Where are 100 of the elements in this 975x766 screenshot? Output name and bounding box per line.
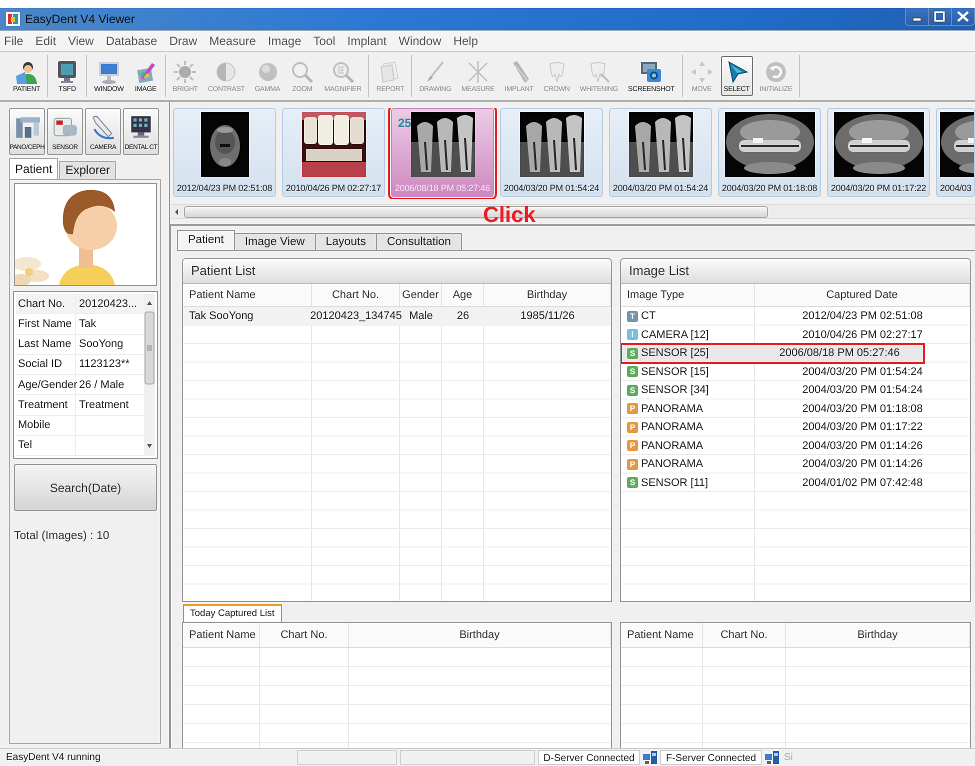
table-cell: Mobile	[16, 416, 76, 435]
table-cell-text: 20120423...	[78, 296, 138, 312]
sun-icon	[173, 60, 198, 84]
status-text: Si	[783, 751, 794, 765]
column-header: Patient Name	[183, 623, 260, 647]
panel-title: Patient List	[183, 259, 611, 284]
type-badge: P	[627, 458, 638, 470]
menu-item[interactable]: Image	[268, 34, 302, 48]
capture-date: 2006/08/18 PM 05:27:46	[394, 182, 490, 195]
table-cell: SENSOR [15]	[641, 366, 709, 378]
network-icon	[765, 751, 779, 764]
table-row[interactable]: S SENSOR [25] 2006/08/18 PM 05:27:46	[621, 344, 924, 362]
table-row[interactable]: P PANORAMA 2004/03/20 PM 01:17:22	[621, 418, 970, 436]
type-badge: P	[627, 422, 638, 433]
table-cell-text: 20120423_134745	[312, 309, 400, 324]
table-row[interactable]: Tak SooYong 20120423_134745 Male 26 1985/11/26	[183, 307, 611, 326]
table-row[interactable]: S SENSOR [11] 2004/01/02 PM 07:42:48	[621, 474, 970, 492]
table-cell-text: 2012/04/23 PM 02:51:08	[801, 309, 924, 324]
app-icon	[6, 12, 20, 26]
menu-item[interactable]: Edit	[35, 34, 56, 48]
table-cell: PANORAMA	[641, 402, 704, 415]
tab[interactable]: Patient	[177, 230, 235, 250]
table-cell-text: 2004/01/02 PM 07:42:48	[801, 476, 924, 491]
network-icon	[643, 751, 657, 764]
tab[interactable]: Today Captured List	[183, 604, 282, 622]
table-cell: CAMERA [12]	[641, 328, 709, 341]
panel-title: Image List	[621, 259, 970, 284]
table-cell-text: Male	[408, 309, 434, 324]
menu-item[interactable]: Help	[453, 34, 478, 48]
column-header: Captured Date	[755, 284, 970, 306]
search-button[interactable]: Search(Date)	[14, 464, 157, 511]
table-cell: Chart No.	[16, 294, 76, 314]
table-cell-text: 2010/04/26 PM 02:27:17	[801, 328, 924, 343]
menu-item[interactable]: Implant	[347, 34, 387, 48]
magnifier-icon	[330, 60, 355, 84]
column-header: Birthday	[349, 623, 611, 647]
window-title: EasyDent V4 Viewer	[25, 12, 135, 26]
thumbnail-card[interactable]: 2004/03/20 PM 01:17:22	[827, 108, 930, 197]
menu-item[interactable]: Database	[106, 34, 158, 48]
status-text: F-Server Connected	[660, 750, 762, 765]
tab[interactable]: Explorer	[59, 161, 116, 179]
undo-icon	[764, 60, 788, 84]
table-cell-text: 1985/11/26	[519, 309, 576, 324]
tab[interactable]: Consultation	[376, 233, 462, 250]
type-badge: I	[627, 329, 638, 340]
table-cell-text: 2004/03/20 PM 01:54:24	[801, 364, 924, 380]
column-header: Chart No.	[703, 623, 786, 647]
table-cell: Tel	[16, 436, 76, 455]
type-badge: S	[627, 477, 638, 488]
capture-date: 2004/03/20 PM 01:54:24	[612, 182, 708, 195]
table-cell: Treatment	[16, 395, 76, 414]
type-badge: T	[627, 310, 638, 322]
person-icon	[14, 60, 39, 84]
capture-date: 2004/03/20 PM 01:54:24	[504, 182, 600, 195]
table-row[interactable]: S SENSOR [15] 2004/03/20 PM 01:54:24	[621, 362, 970, 381]
table-cell-text: 26	[456, 309, 470, 324]
table-cell-text: 2006/08/18 PM 05:27:46	[778, 346, 901, 362]
tab[interactable]: Image View	[234, 233, 316, 250]
monitor-icon	[96, 60, 121, 84]
column-header: Patient Name	[183, 284, 312, 306]
capture-date: 2004/03/20 PM 01:17:22	[830, 182, 926, 195]
total-count: Total (Images) : 10	[14, 530, 110, 542]
thumbnail-card[interactable]: 2004/03/20 PM 01:18:08	[718, 108, 821, 197]
thumbnail-card[interactable]: 2004/03	[936, 108, 975, 197]
table-cell-text: 2004/03/20 PM 01:18:08	[801, 402, 924, 417]
column-header: Birthday	[786, 623, 970, 647]
scrollbar[interactable]	[144, 294, 155, 456]
table-row[interactable]: P PANORAMA 2004/03/20 PM 01:18:08	[621, 400, 970, 418]
table-cell: PANORAMA	[641, 421, 704, 434]
table-cell: PANORAMA	[641, 440, 704, 452]
thumbnail-card[interactable]: 2012/04/23 PM 02:51:08	[173, 108, 276, 197]
capture-date: 2010/04/26 PM 02:27:17	[286, 182, 382, 195]
table-cell: First Name	[16, 314, 76, 334]
column-header: Image Type	[621, 284, 755, 306]
menu-item[interactable]: View	[68, 34, 94, 48]
type-badge: P	[627, 440, 638, 452]
table-cell-text: Treatment	[78, 398, 129, 413]
table-row[interactable]: P PANORAMA 2004/03/20 PM 01:14:26	[621, 436, 970, 455]
thumbnail-card[interactable]: 2004/03/20 PM 01:54:24	[609, 108, 712, 197]
table-row[interactable]: T CT 2012/04/23 PM 02:51:08	[621, 307, 970, 326]
move-arrows-icon	[690, 60, 714, 84]
table-row[interactable]: S SENSOR [34] 2004/03/20 PM 01:54:24	[621, 381, 970, 400]
table-row[interactable]: I CAMERA [12] 2010/04/26 PM 02:27:17	[621, 326, 970, 344]
tab[interactable]: Layouts	[314, 233, 377, 250]
menu-item[interactable]: File	[4, 34, 24, 48]
column-header: Gender	[400, 284, 442, 306]
menu-item[interactable]: Draw	[169, 34, 198, 48]
menu-item[interactable]: Measure	[209, 34, 256, 48]
menu-item[interactable]: Window	[398, 34, 442, 48]
table-cell-text: 2004/03/20 PM 01:14:26	[801, 438, 924, 454]
status-text: D-Server Connected	[538, 750, 640, 765]
table-row[interactable]: P PANORAMA 2004/03/20 PM 01:14:26	[621, 455, 970, 474]
thumbnail-card[interactable]: 2004/03/20 PM 01:54:24	[500, 108, 603, 197]
column-header: Birthday	[484, 284, 611, 306]
thumbnail-card[interactable]: 2010/04/26 PM 02:27:17	[282, 108, 385, 197]
capture-date: 2004/03	[940, 182, 972, 195]
menu-item[interactable]: Tool	[313, 34, 336, 48]
tab[interactable]: Patient	[9, 158, 58, 179]
table-cell-text: 2004/03/20 PM 01:17:22	[801, 420, 924, 436]
type-badge: S	[627, 348, 638, 359]
